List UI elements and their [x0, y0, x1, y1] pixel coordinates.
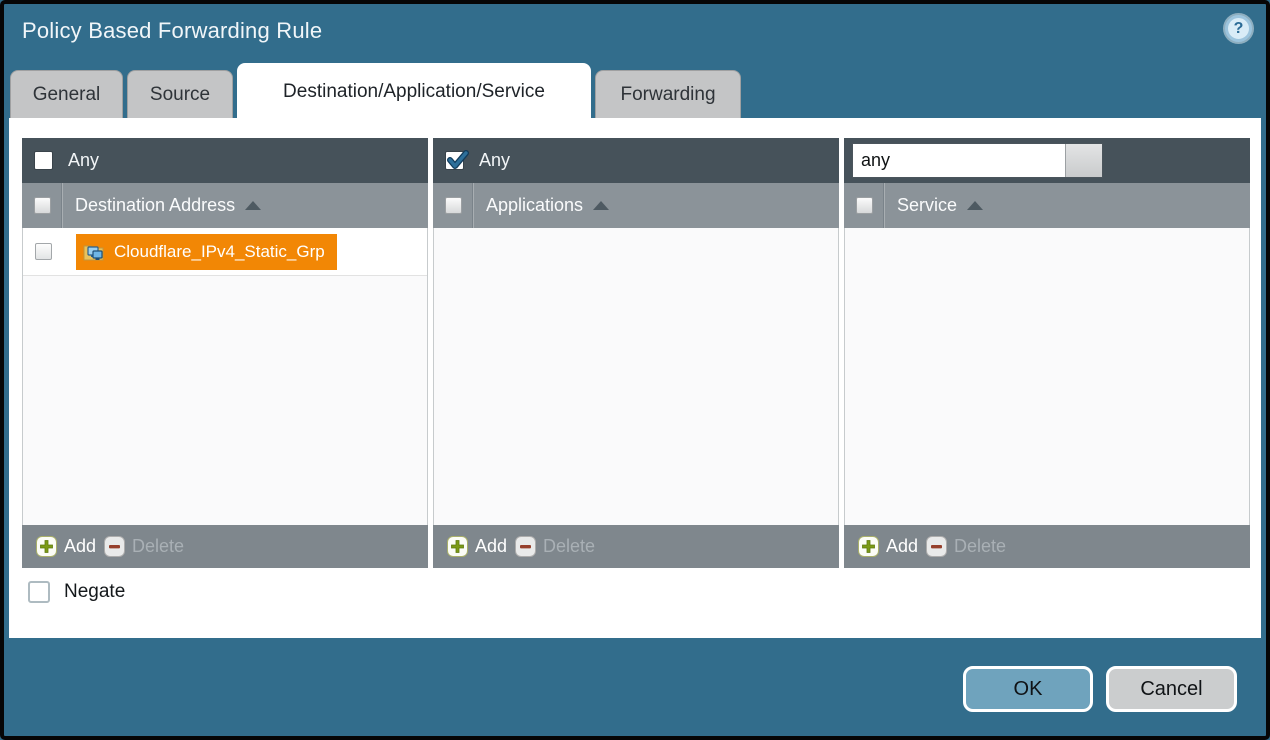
- destination-add-button[interactable]: Add: [36, 536, 96, 557]
- service-header[interactable]: Service: [844, 183, 1250, 228]
- header-separator: [883, 183, 884, 228]
- tab-destination-application-service[interactable]: Destination/Application/Service: [237, 63, 591, 120]
- tab-source[interactable]: Source: [127, 70, 233, 119]
- applications-column: Any Applications Add: [433, 138, 839, 568]
- negate-label: Negate: [64, 581, 125, 603]
- applications-header[interactable]: Applications: [433, 183, 839, 228]
- service-add-button[interactable]: Add: [858, 536, 918, 557]
- delete-minus-icon: [926, 536, 947, 557]
- destination-address-header[interactable]: Destination Address: [22, 183, 428, 228]
- destination-item-label: Cloudflare_IPv4_Static_Grp: [114, 242, 325, 262]
- service-dropdown-button[interactable]: [1065, 144, 1102, 177]
- service-header-label: Service: [897, 195, 957, 216]
- destination-list-item: Cloudflare_IPv4_Static_Grp: [23, 228, 427, 276]
- destination-any-label: Any: [68, 150, 99, 171]
- applications-any-label: Any: [479, 150, 510, 171]
- applications-select-all-checkbox[interactable]: [445, 197, 462, 214]
- applications-any-checkbox[interactable]: [445, 151, 464, 170]
- header-separator: [61, 183, 62, 228]
- service-footer: Add Delete: [844, 525, 1250, 568]
- add-plus-icon: [36, 536, 57, 557]
- add-plus-icon: [447, 536, 468, 557]
- destination-select-all-checkbox[interactable]: [34, 197, 51, 214]
- negate-checkbox[interactable]: [28, 581, 50, 603]
- service-dropdown: [852, 143, 1103, 178]
- applications-add-button[interactable]: Add: [447, 536, 507, 557]
- applications-list: [433, 228, 839, 525]
- header-separator: [472, 183, 473, 228]
- add-plus-icon: [858, 536, 879, 557]
- address-group-icon: [83, 242, 106, 262]
- applications-delete-button[interactable]: Delete: [515, 536, 595, 557]
- applications-any-bar: Any: [433, 138, 839, 183]
- destination-any-bar: Any: [22, 138, 428, 183]
- destination-item-chip[interactable]: Cloudflare_IPv4_Static_Grp: [76, 234, 337, 270]
- destination-header-label: Destination Address: [75, 195, 235, 216]
- service-list: [844, 228, 1250, 525]
- sort-ascending-icon: [593, 201, 609, 210]
- destination-delete-button[interactable]: Delete: [104, 536, 184, 557]
- policy-based-forwarding-dialog: Policy Based Forwarding Rule ? General S…: [0, 0, 1270, 740]
- delete-minus-icon: [104, 536, 125, 557]
- service-dropdown-input[interactable]: [853, 144, 1065, 177]
- columns-container: Any Destination Address: [22, 138, 1250, 568]
- sort-ascending-icon: [245, 201, 261, 210]
- tab-general[interactable]: General: [10, 70, 123, 119]
- destination-list: Cloudflare_IPv4_Static_Grp: [22, 228, 428, 525]
- ok-button[interactable]: OK: [963, 666, 1093, 712]
- cancel-button[interactable]: Cancel: [1106, 666, 1237, 712]
- destination-any-checkbox[interactable]: [34, 151, 53, 170]
- dialog-title: Policy Based Forwarding Rule: [22, 18, 322, 44]
- service-dropdown-bar: [844, 138, 1250, 183]
- service-column: Service Add Delete: [844, 138, 1250, 568]
- destination-address-column: Any Destination Address: [22, 138, 428, 568]
- sort-ascending-icon: [967, 201, 983, 210]
- applications-footer: Add Delete: [433, 525, 839, 568]
- delete-minus-icon: [515, 536, 536, 557]
- help-icon[interactable]: ?: [1225, 15, 1252, 42]
- applications-header-label: Applications: [486, 195, 583, 216]
- service-select-all-checkbox[interactable]: [856, 197, 873, 214]
- tab-forwarding[interactable]: Forwarding: [595, 70, 741, 119]
- service-delete-button[interactable]: Delete: [926, 536, 1006, 557]
- tab-content-panel: Any Destination Address: [9, 118, 1261, 638]
- destination-item-checkbox[interactable]: [35, 243, 52, 260]
- negate-row: Negate: [28, 581, 125, 603]
- destination-footer: Add Delete: [22, 525, 428, 568]
